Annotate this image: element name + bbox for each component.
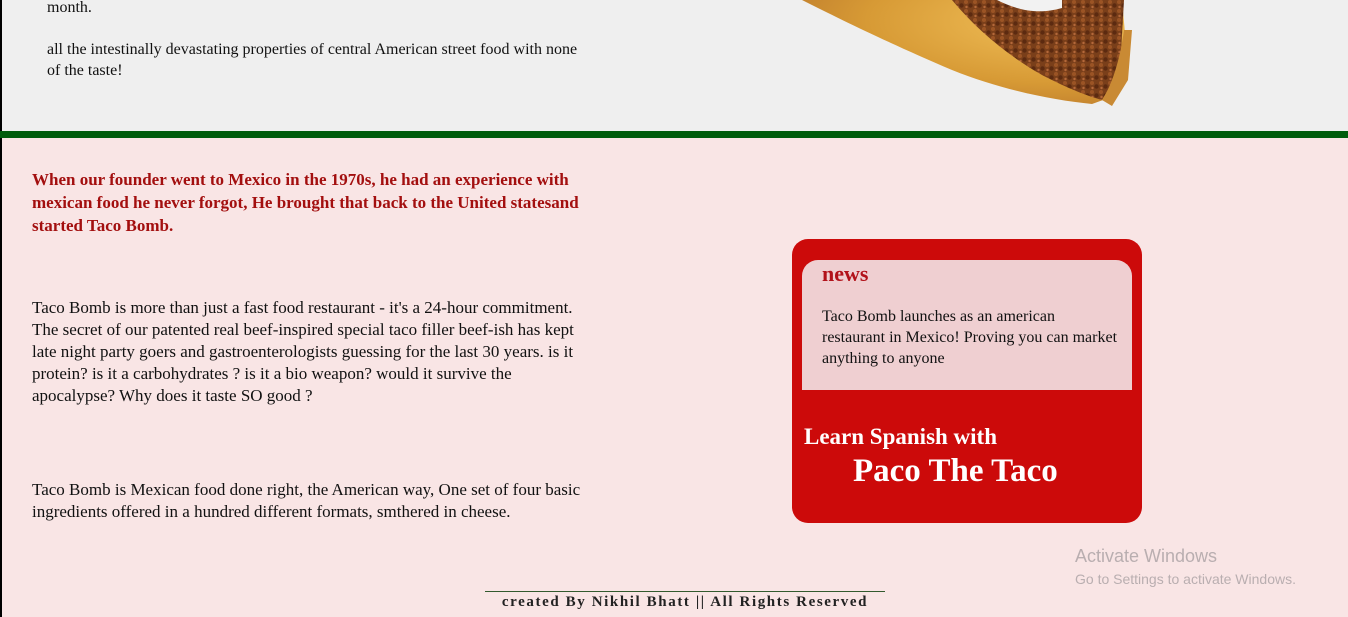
learn-spanish-text[interactable]: Learn Spanish with (804, 424, 997, 450)
top-section: month. all the intestinally devastating … (0, 0, 1348, 131)
news-panel: news Taco Bomb launches as an american r… (802, 260, 1132, 390)
news-heading: news (822, 261, 869, 286)
top-text-tagline: all the intestinally devastating propert… (47, 41, 578, 79)
paco-the-taco-link[interactable]: Paco The Taco (853, 453, 1058, 490)
section-divider (0, 131, 1348, 138)
sidebar-promo-box: news Taco Bomb launches as an american r… (792, 239, 1142, 523)
taco-image (802, 0, 1132, 106)
activate-windows-title: Activate Windows (1075, 546, 1218, 566)
activate-windows-subtitle: Go to Settings to activate Windows. (1075, 571, 1296, 587)
top-text-line-month: month. (47, 0, 92, 16)
footer-credits: created By Nikhil Bhatt || All Rights Re… (485, 591, 885, 611)
news-body: Taco Bomb launches as an american restau… (822, 308, 1118, 367)
about-paragraph-1: Taco Bomb is more than just a fast food … (32, 298, 574, 405)
founder-intro-text: When our founder went to Mexico in the 1… (32, 170, 579, 235)
about-paragraph-2: Taco Bomb is Mexican food done right, th… (32, 480, 581, 521)
